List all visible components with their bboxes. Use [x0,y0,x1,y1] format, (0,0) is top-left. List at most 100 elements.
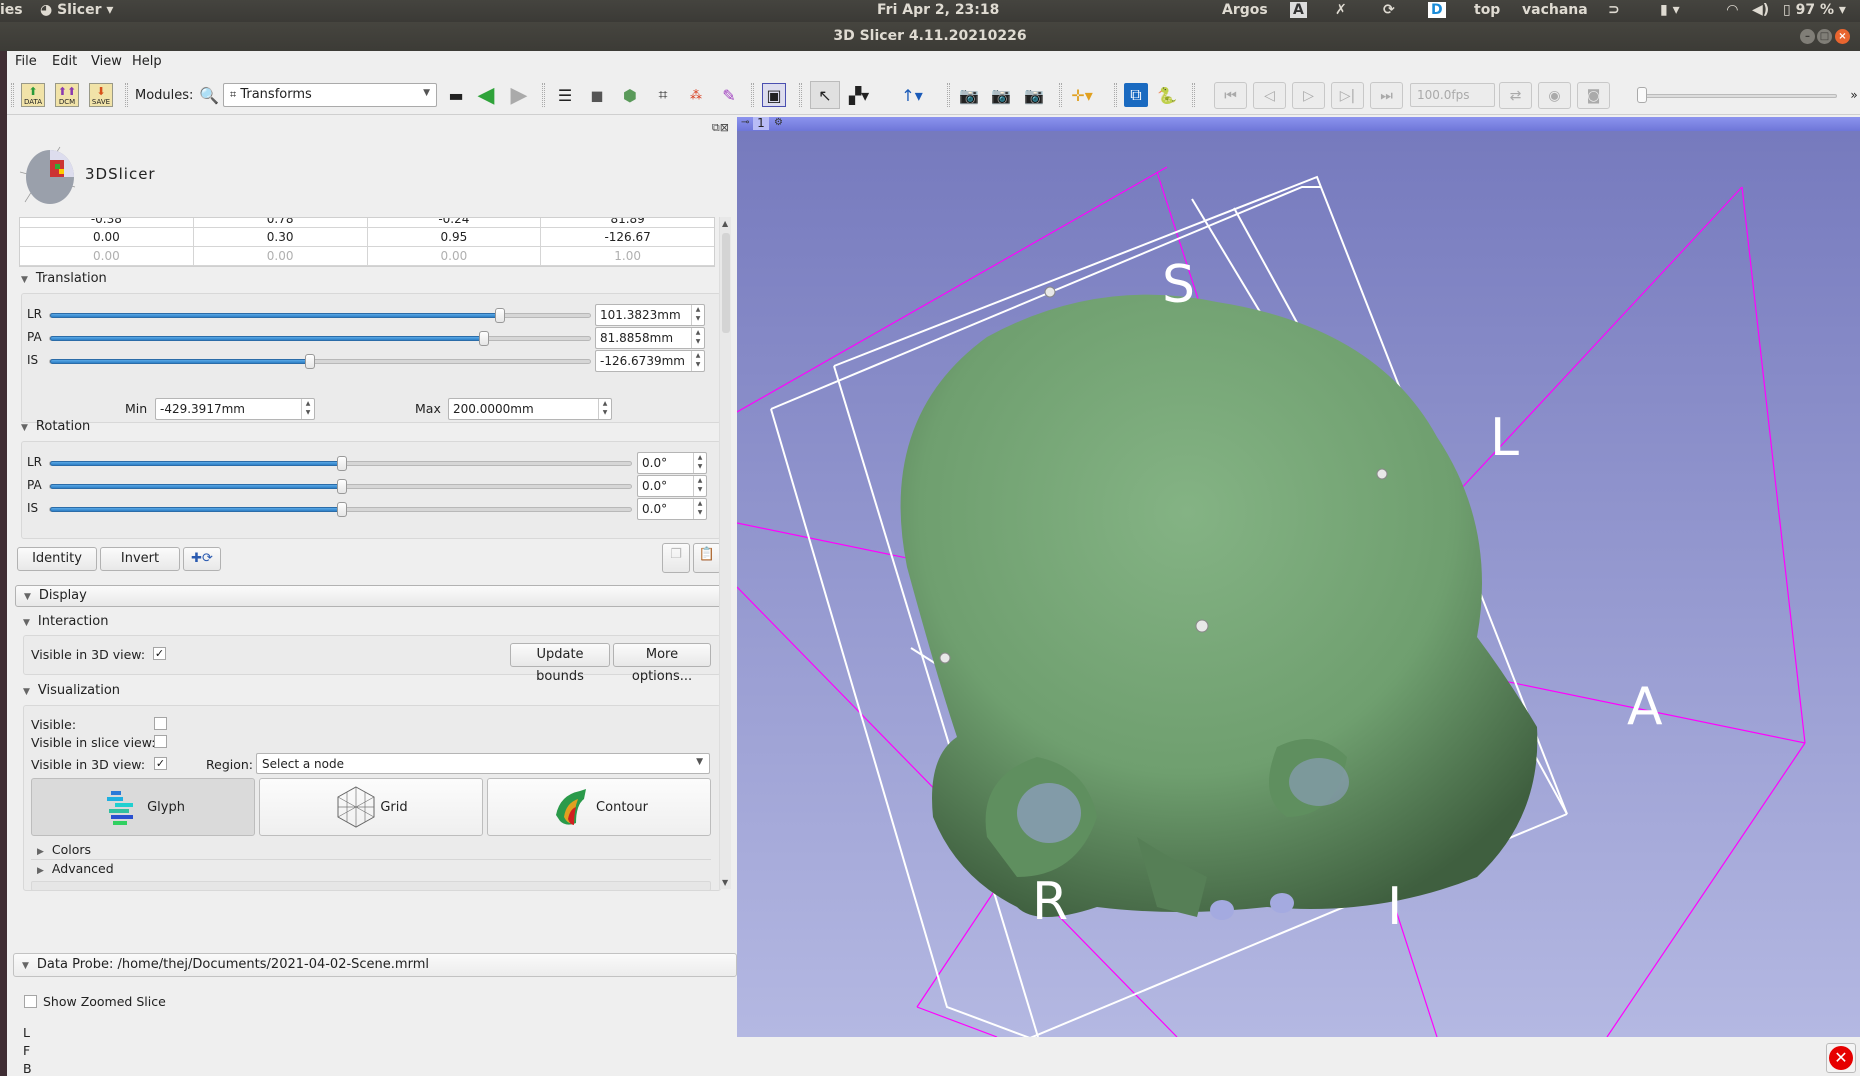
visualization-section-header[interactable]: ▼ Visualization [23,683,120,698]
activities-button[interactable]: ies [0,2,23,18]
previous-frame-button[interactable]: ◁ [1253,82,1286,109]
glyph-mode-button[interactable]: Glyph [31,778,255,836]
indicator-argos[interactable]: Argos [1222,2,1268,18]
maximize-button[interactable]: □ [1817,29,1832,44]
rotation-pa-spinbox[interactable]: 0.0° ▲ ▼ [637,475,707,497]
input-method-icon[interactable]: ⊃ [1608,2,1620,18]
visible-checkbox[interactable] [154,717,167,730]
module-selector[interactable]: ⌗ Transforms ▼ [223,83,437,107]
interaction-visible-3d-checkbox[interactable]: ✓ [153,647,166,660]
menu-help[interactable]: Help [132,54,162,69]
matrix-cell[interactable]: 0.00 [20,228,194,246]
sequence-slider-handle[interactable] [1637,87,1647,103]
translation-pa-slider[interactable] [49,331,591,346]
tools-icon[interactable]: ✗ [1335,2,1347,18]
rotation-lr-spinbox[interactable]: 0.0° ▲ ▼ [637,452,707,474]
indicator-vachana[interactable]: vachana [1522,2,1588,18]
3d-view[interactable]: ⊸ 1 ⚙ S L A R I [737,117,1860,1037]
back-arrow-icon[interactable]: ◀ [474,83,498,108]
sequence-slider[interactable] [1639,94,1837,98]
mouse-mode-select-icon[interactable]: ↖ [810,81,840,109]
slider-handle[interactable] [336,479,347,494]
wifi-icon[interactable]: ◠ [1727,2,1738,18]
scroll-down-icon[interactable]: ▼ [722,878,728,887]
layout-icon[interactable]: ▣ [762,83,786,107]
show-zoomed-slice-checkbox[interactable] [24,995,37,1008]
sync-icon[interactable]: ⟳ [1383,2,1395,18]
python-console-icon[interactable]: 🐍 [1155,83,1179,107]
volume-icon[interactable]: ◀) [1752,2,1769,18]
app-menu[interactable]: ◕ Slicer ▾ [40,2,113,18]
spin-arrows-icon[interactable]: ▲ ▼ [693,499,706,519]
contour-mode-button[interactable]: Contour [487,778,711,836]
translation-is-slider[interactable] [49,354,591,369]
menu-file[interactable]: File [15,54,37,69]
module-search-icon[interactable]: 🔍 [197,83,221,107]
module-panel-scrollbar[interactable]: ▲ ▼ [719,217,731,889]
next-frame-button[interactable]: ▷| [1331,82,1364,109]
toolbar-overflow-icon[interactable]: » [1842,83,1860,107]
invert-button[interactable]: Invert [100,547,180,571]
first-frame-button[interactable]: ⏮ [1214,82,1247,109]
identity-button[interactable]: Identity [17,547,97,571]
scrollbar-thumb[interactable] [722,233,730,333]
extension-manager-icon[interactable]: ⧉ [1124,83,1148,107]
transforms-module-icon[interactable]: ⌗ [651,83,675,107]
matrix-cell[interactable]: -0.38 [20,218,194,227]
slider-handle[interactable] [478,331,489,346]
matrix-cell[interactable]: -0.24 [368,218,542,227]
spin-arrows-icon[interactable]: ▲ ▼ [301,399,314,419]
roi-handle[interactable] [1376,468,1388,480]
crosshair-icon[interactable]: ✛▾ [1070,83,1094,107]
spin-arrows-icon[interactable]: ▲ ▼ [693,476,706,496]
place-fiducial-icon[interactable]: ↑▾ [900,83,924,107]
interaction-section-header[interactable]: ▼ Interaction [23,614,108,629]
create-inverse-button[interactable]: ✚⟳ [183,547,221,571]
roi-handle[interactable] [1195,619,1209,633]
translation-lr-spinbox[interactable]: 101.3823mm ▲ ▼ [595,304,705,326]
menu-view[interactable]: View [91,54,122,69]
module-history-icon[interactable]: ▬ [444,83,468,107]
grid-mode-button[interactable]: Grid [259,778,483,836]
window-level-icon[interactable]: ▞▾ [847,83,871,107]
spin-arrows-icon[interactable]: ▲ ▼ [691,351,704,371]
screenshot-icon[interactable]: 📷 [957,83,981,107]
copy-button[interactable]: ❐ [662,543,690,573]
minimize-button[interactable]: – [1800,29,1815,44]
scroll-up-icon[interactable]: ▲ [722,219,728,228]
slider-handle[interactable] [336,456,347,471]
menu-edit[interactable]: Edit [52,54,77,69]
update-bounds-button[interactable]: Update bounds [510,643,610,684]
dropbox-icon[interactable]: D [1428,2,1446,18]
visible-3d-checkbox[interactable]: ✓ [154,757,167,770]
battery-indicator[interactable]: ▯ 97 % ▾ [1783,2,1846,18]
indicator-top[interactable]: top [1474,2,1500,18]
close-dock-icon[interactable]: ⊠ [720,121,729,134]
segment-editor-icon[interactable]: ✎ [717,83,741,107]
load-data-button[interactable]: ⬆ DATA [21,83,45,107]
matrix-cell[interactable]: 0.30 [194,228,368,246]
last-frame-button[interactable]: ⏭ [1370,82,1403,109]
display-section-header[interactable]: ▼ Display [15,585,723,607]
loop-button[interactable]: ⇄ [1499,82,1532,109]
spin-arrows-icon[interactable]: ▲ ▼ [598,399,611,419]
matrix-cell[interactable]: 0.78 [194,218,368,227]
roi-handle[interactable] [1044,286,1056,298]
translation-max-spinbox[interactable]: 200.0000mm ▲ ▼ [448,398,612,420]
spin-arrows-icon[interactable]: ▲ ▼ [693,453,706,473]
translation-is-spinbox[interactable]: -126.6739mm ▲ ▼ [595,350,705,372]
save-button[interactable]: ⬇ SAVE [89,83,113,107]
record-button[interactable]: ◉ [1538,82,1571,109]
rotation-lr-slider[interactable] [49,456,632,471]
scene-view-icon[interactable]: 📷 [989,83,1013,107]
rotation-is-spinbox[interactable]: 0.0° ▲ ▼ [637,498,707,520]
rotation-section-header[interactable]: ▼ Rotation [21,419,90,434]
paste-button[interactable]: 📋 [693,543,721,573]
dicom-button[interactable]: ⬆⬆ DCM [55,83,79,107]
roi-handle[interactable] [939,652,951,664]
translation-min-spinbox[interactable]: -429.3917mm ▲ ▼ [155,398,315,420]
undock-icon[interactable]: ⧉ [712,121,720,134]
fps-spinbox[interactable]: 100.0fps [1410,83,1495,107]
translation-section-header[interactable]: ▼ Translation [21,271,107,286]
more-options-button[interactable]: More options... [613,643,711,684]
